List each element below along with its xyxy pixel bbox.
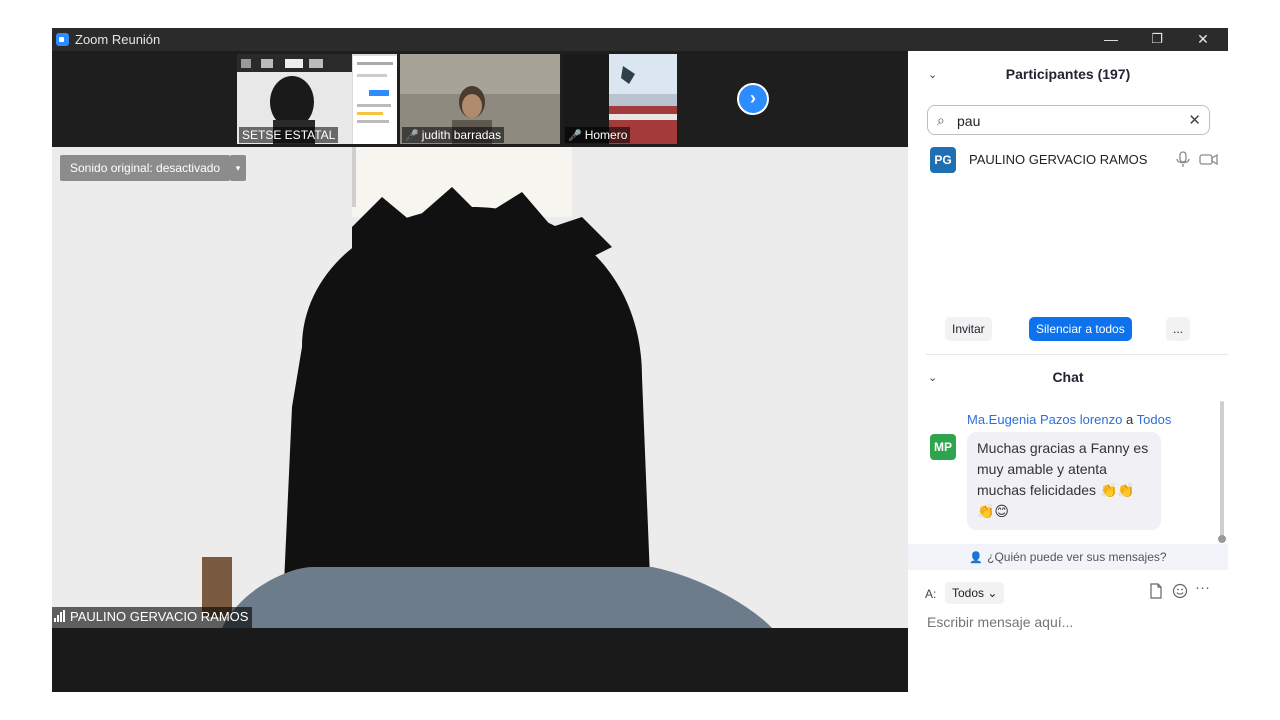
recipient-select[interactable]: Todos ⌄ bbox=[945, 582, 1005, 604]
thumbnail-strip: SETSE ESTATAL 🎤 judith barradas 🎤 Homero… bbox=[52, 51, 908, 147]
participant-name: PAULINO GERVACIO RAMOS bbox=[969, 152, 1148, 167]
signal-strength-icon bbox=[54, 610, 66, 625]
video-area: SETSE ESTATAL 🎤 judith barradas 🎤 Homero… bbox=[52, 51, 908, 692]
divider bbox=[926, 354, 1228, 355]
message-sender: Ma.Eugenia Pazos lorenzo a Todos bbox=[967, 412, 1171, 427]
zoom-window: Zoom Reunión — ❐ ✕ SETSE ESTATAL 🎤 judit… bbox=[52, 28, 1228, 692]
video-thumbnail[interactable]: 🎤 Homero bbox=[563, 54, 677, 144]
message-input[interactable] bbox=[925, 613, 1219, 631]
recipient-name[interactable]: Todos bbox=[1137, 412, 1172, 427]
avatar: PG bbox=[930, 147, 956, 173]
side-panel: ⌄ Participantes (197) ⌕ ✕ PG PAULINO GER… bbox=[908, 51, 1228, 692]
search-input[interactable] bbox=[955, 111, 1179, 131]
more-options-icon[interactable]: ··· bbox=[1195, 579, 1210, 596]
original-sound-button[interactable]: Sonido original: desactivado bbox=[60, 155, 231, 181]
who-can-see-bar[interactable]: 👤 ¿Quién puede ver sus mensajes? bbox=[908, 544, 1228, 570]
chevron-down-icon[interactable]: ▾ bbox=[230, 155, 246, 181]
chat-header: Chat bbox=[1052, 369, 1084, 385]
speaker-name-tag: PAULINO GERVACIO RAMOS bbox=[52, 607, 253, 628]
chat-scrollbar[interactable] bbox=[1220, 401, 1224, 543]
speaker-video-frame bbox=[52, 147, 908, 628]
mic-muted-icon: 🎤 bbox=[405, 130, 419, 142]
avatar: MP bbox=[930, 434, 956, 460]
participant-row[interactable]: PG PAULINO GERVACIO RAMOS bbox=[930, 147, 1220, 173]
clear-icon[interactable]: ✕ bbox=[1188, 111, 1201, 129]
restore-button[interactable]: ❐ bbox=[1134, 28, 1180, 51]
video-thumbnail[interactable]: 🎤 judith barradas bbox=[400, 54, 560, 144]
title-bar: Zoom Reunión — ❐ ✕ bbox=[52, 28, 1228, 51]
participant-search[interactable]: ⌕ ✕ bbox=[927, 105, 1210, 135]
message-bubble: Muchas gracias a Fanny es muy amable y a… bbox=[967, 432, 1161, 530]
thumbnail-name: 🎤 Homero bbox=[565, 127, 631, 143]
close-button[interactable]: ✕ bbox=[1180, 28, 1226, 51]
thumbnail-name: SETSE ESTATAL bbox=[239, 127, 339, 143]
more-button[interactable]: ... bbox=[1166, 317, 1191, 341]
participant-status bbox=[1174, 150, 1220, 171]
emoji-icon[interactable] bbox=[1172, 583, 1188, 603]
search-icon: ⌕ bbox=[937, 112, 945, 128]
mic-muted-icon: 🎤 bbox=[568, 130, 582, 142]
user-info-icon: 👤 bbox=[969, 552, 984, 564]
minimize-button[interactable]: — bbox=[1088, 28, 1134, 51]
participants-header: Participantes (197) bbox=[1005, 66, 1131, 82]
to-word: a bbox=[1126, 412, 1134, 427]
file-icon[interactable] bbox=[1149, 583, 1163, 603]
scroll-handle[interactable] bbox=[1218, 535, 1226, 543]
next-page-button[interactable]: › bbox=[737, 83, 769, 115]
mic-camera-icons bbox=[1176, 151, 1218, 167]
zoom-app-icon bbox=[56, 33, 69, 46]
mute-all-button[interactable]: Silenciar a todos bbox=[1029, 317, 1132, 341]
video-thumbnail[interactable]: SETSE ESTATAL bbox=[237, 54, 397, 144]
sender-name[interactable]: Ma.Eugenia Pazos lorenzo bbox=[967, 412, 1122, 427]
window-title: Zoom Reunión bbox=[75, 32, 161, 47]
thumbnail-name: 🎤 judith barradas bbox=[402, 127, 505, 143]
main-video: Sonido original: desactivado ▾ PAULINO G… bbox=[52, 147, 908, 628]
to-label: A: bbox=[925, 587, 937, 601]
invite-button[interactable]: Invitar bbox=[945, 317, 992, 341]
